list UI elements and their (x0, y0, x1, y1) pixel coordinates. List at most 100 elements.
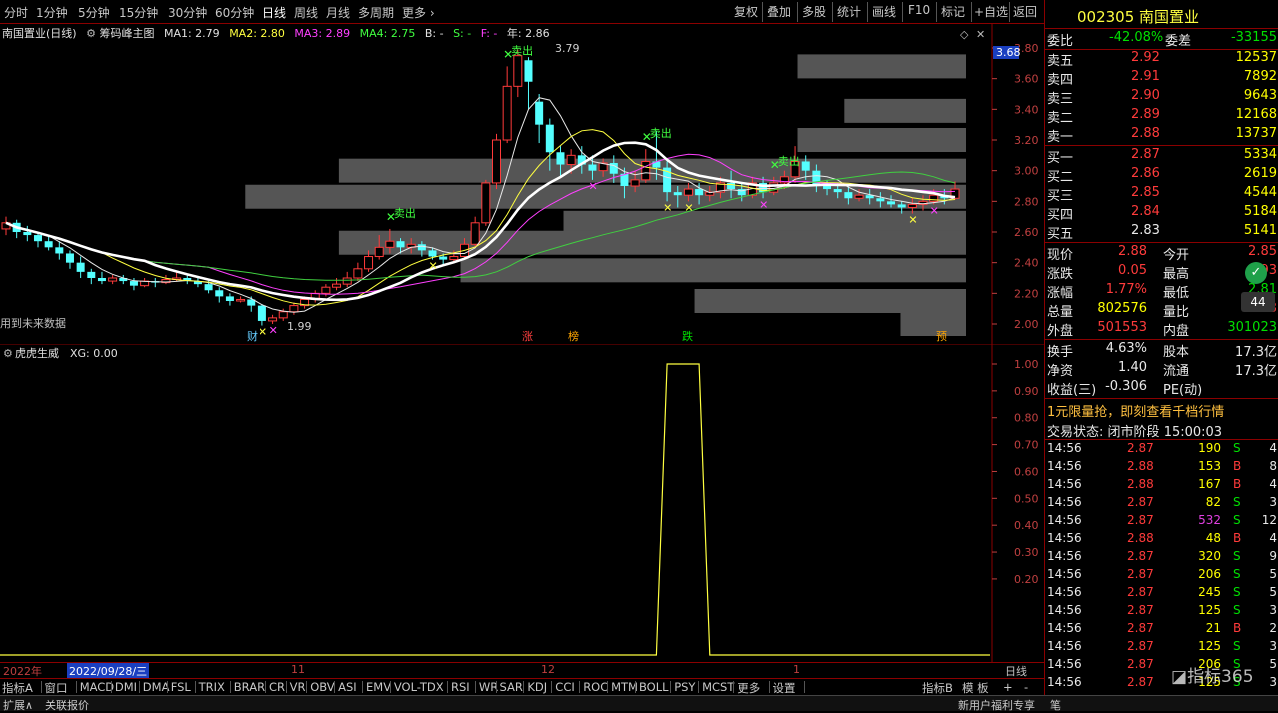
indicator-tab-指标a[interactable]: 指标A (2, 680, 33, 696)
period-tab-weekly[interactable]: 周线 (294, 4, 318, 21)
mark-button[interactable]: 标记 (941, 3, 965, 20)
indicator-tab-cr[interactable]: CR (269, 680, 285, 694)
tick-count: 4 (1269, 531, 1277, 545)
indicator-tab-vr[interactable]: VR (290, 680, 306, 694)
tab-separator (389, 681, 391, 693)
period-tab-fenshi[interactable]: 分时 (4, 4, 28, 21)
period-tab-5min[interactable]: 5分钟 (78, 4, 110, 21)
stat-value: 1.40 (1118, 360, 1147, 375)
overlay-button[interactable]: 叠加 (767, 3, 791, 20)
stock-name: 南国置业 (1139, 8, 1200, 26)
tab-separator (40, 681, 42, 693)
tab-separator (447, 681, 448, 693)
candle-body (588, 164, 597, 171)
indicator-tab-窗口[interactable]: 窗口 (45, 680, 68, 696)
event-tag-cai[interactable]: 财 (247, 329, 258, 343)
sell-signal-label: 卖出 (650, 126, 672, 140)
stat-label: 今开 (1163, 248, 1190, 263)
indicator-tab-brar[interactable]: BRAR (234, 680, 265, 694)
tick-price: 2.87 (1127, 513, 1154, 527)
status-bar: 扩展∧ 关联报价 新用户福利专享 笔 (0, 695, 1278, 712)
indicator-tab-asi[interactable]: ASI (338, 680, 357, 694)
indicator-tab-roc[interactable]: ROC (583, 680, 608, 694)
indicator-tab-更多[interactable]: 更多 (737, 680, 760, 696)
fuquan-button[interactable]: 复权 (734, 3, 758, 20)
multi-stock-button[interactable]: 多股 (802, 3, 826, 20)
statistics-button[interactable]: 统计 (837, 3, 861, 20)
settings-icon[interactable]: ⚙ (86, 27, 96, 40)
period-tab-daily[interactable]: 日线 (262, 4, 286, 21)
sub-axis-label: 0.60 (1014, 465, 1039, 478)
indicator-tab-dma[interactable]: DMA (143, 680, 170, 694)
indicator-name[interactable]: 筹码峰主图 (99, 27, 154, 40)
indicator-tab-obv[interactable]: OBV (310, 680, 334, 694)
period-tab-multi[interactable]: 多周期 (358, 4, 394, 21)
indicator-right-button-1[interactable]: 模 板 (962, 680, 989, 696)
shield-check-icon[interactable]: ✓ (1245, 262, 1267, 284)
indicator-tab-trix[interactable]: TRIX (199, 680, 225, 694)
indicator-right-button-2[interactable]: + (1003, 680, 1013, 694)
tick-time: 14:56 (1047, 459, 1082, 473)
event-tag-bang[interactable]: 榜 (568, 329, 579, 343)
score-badge[interactable]: 44 (1241, 292, 1275, 312)
tab-separator (138, 681, 140, 693)
event-tag-zhang[interactable]: 涨 (522, 330, 533, 343)
indicator-tab-macd[interactable]: MACD (80, 680, 114, 694)
bid-volume: 4544 (1243, 185, 1277, 200)
indicator-tab-dmi[interactable]: DMI (115, 680, 137, 694)
tab-separator (306, 681, 308, 693)
event-tag-yu[interactable]: 预 (936, 330, 947, 343)
tab-separator (523, 681, 525, 693)
period-tab-more[interactable]: 更多 › (402, 4, 435, 21)
indicator-tab-emv[interactable]: EMV (366, 680, 391, 694)
indicator-tab-fsl[interactable]: FSL (171, 680, 191, 694)
bid-row: 买一 2.87 5334 (1045, 147, 1278, 166)
period-tab-15min[interactable]: 15分钟 (119, 4, 158, 21)
indicator-tab-设置[interactable]: 设置 (773, 680, 796, 696)
candle-body (236, 298, 246, 302)
indicator-tab-rsi[interactable]: RSI (451, 680, 470, 694)
period-tab-1min[interactable]: 1分钟 (36, 4, 68, 21)
candle-body (641, 160, 651, 181)
indicator-tab-mcst[interactable]: MCST (702, 680, 734, 694)
ask-level-label: 卖二 (1047, 111, 1074, 126)
sub-indicator-chart[interactable]: 1.00 0.90 0.80 0.70 0.60 0.50 0.40 0.30 0.20 ⚙ 虎… (0, 344, 1044, 662)
indicator-right-button-3[interactable]: - (1024, 680, 1028, 694)
indicator-tab-mtm[interactable]: MTM (611, 680, 638, 694)
bid-price: 2.86 (1131, 166, 1160, 181)
add-watchlist-button[interactable]: +自选 (974, 3, 1008, 20)
indicator-tab-boll[interactable]: BOLL (639, 680, 669, 694)
sub-settings-icon[interactable]: ⚙ (3, 347, 13, 360)
b-value: B: - (424, 27, 444, 40)
sell-signal-label: 卖出 (511, 43, 533, 57)
period-tab-monthly[interactable]: 月线 (326, 4, 350, 21)
indicator-right-button-0[interactable]: 指标B (922, 680, 953, 696)
indicator-tab-vol-tdx[interactable]: VOL-TDX (394, 680, 444, 694)
f10-button[interactable]: F10 (908, 3, 930, 17)
tick-direction: B (1233, 477, 1242, 491)
kline-chart[interactable]: ✕卖出✕卖出✕卖出✕卖出✕ ✕✕✕✕ ✕ ✕✕✕ 3.803.603.403.203.… (0, 24, 1044, 344)
tab-separator (733, 681, 735, 693)
tick-count: 3 (1269, 639, 1277, 653)
period-tab-60min[interactable]: 60分钟 (215, 4, 254, 21)
event-tag-die[interactable]: 跌 (682, 329, 693, 343)
stock-code: 002305 (1077, 8, 1135, 26)
candle-body (76, 262, 85, 272)
tab-separator (362, 681, 363, 693)
sub-indicator-title[interactable]: 虎虎生威 (15, 346, 59, 360)
candle-body (23, 232, 32, 236)
draw-line-button[interactable]: 画线 (872, 3, 896, 20)
indicator-tab-psy[interactable]: PSY (674, 680, 695, 694)
tick-count: 3 (1269, 603, 1277, 617)
tick-direction: S (1233, 549, 1241, 563)
tick-row: 14:56 2.87 82 S 3 (1045, 495, 1278, 513)
back-button[interactable]: 返回 (1013, 3, 1037, 20)
indicator-tab-kdj[interactable]: KDJ (527, 680, 547, 694)
tick-count: 9 (1269, 549, 1277, 563)
indicator-tab-sar[interactable]: SAR (500, 680, 523, 694)
level2-promo-link[interactable]: 1元限量抢，即刻查看千档行情 (1047, 401, 1224, 420)
period-tab-30min[interactable]: 30分钟 (168, 4, 207, 21)
stat2-row: 净资 1.40 流通 17.3亿 (1045, 360, 1278, 379)
axis-period-label[interactable]: 日线 (1005, 663, 1027, 679)
indicator-tab-cci[interactable]: CCI (555, 680, 574, 694)
